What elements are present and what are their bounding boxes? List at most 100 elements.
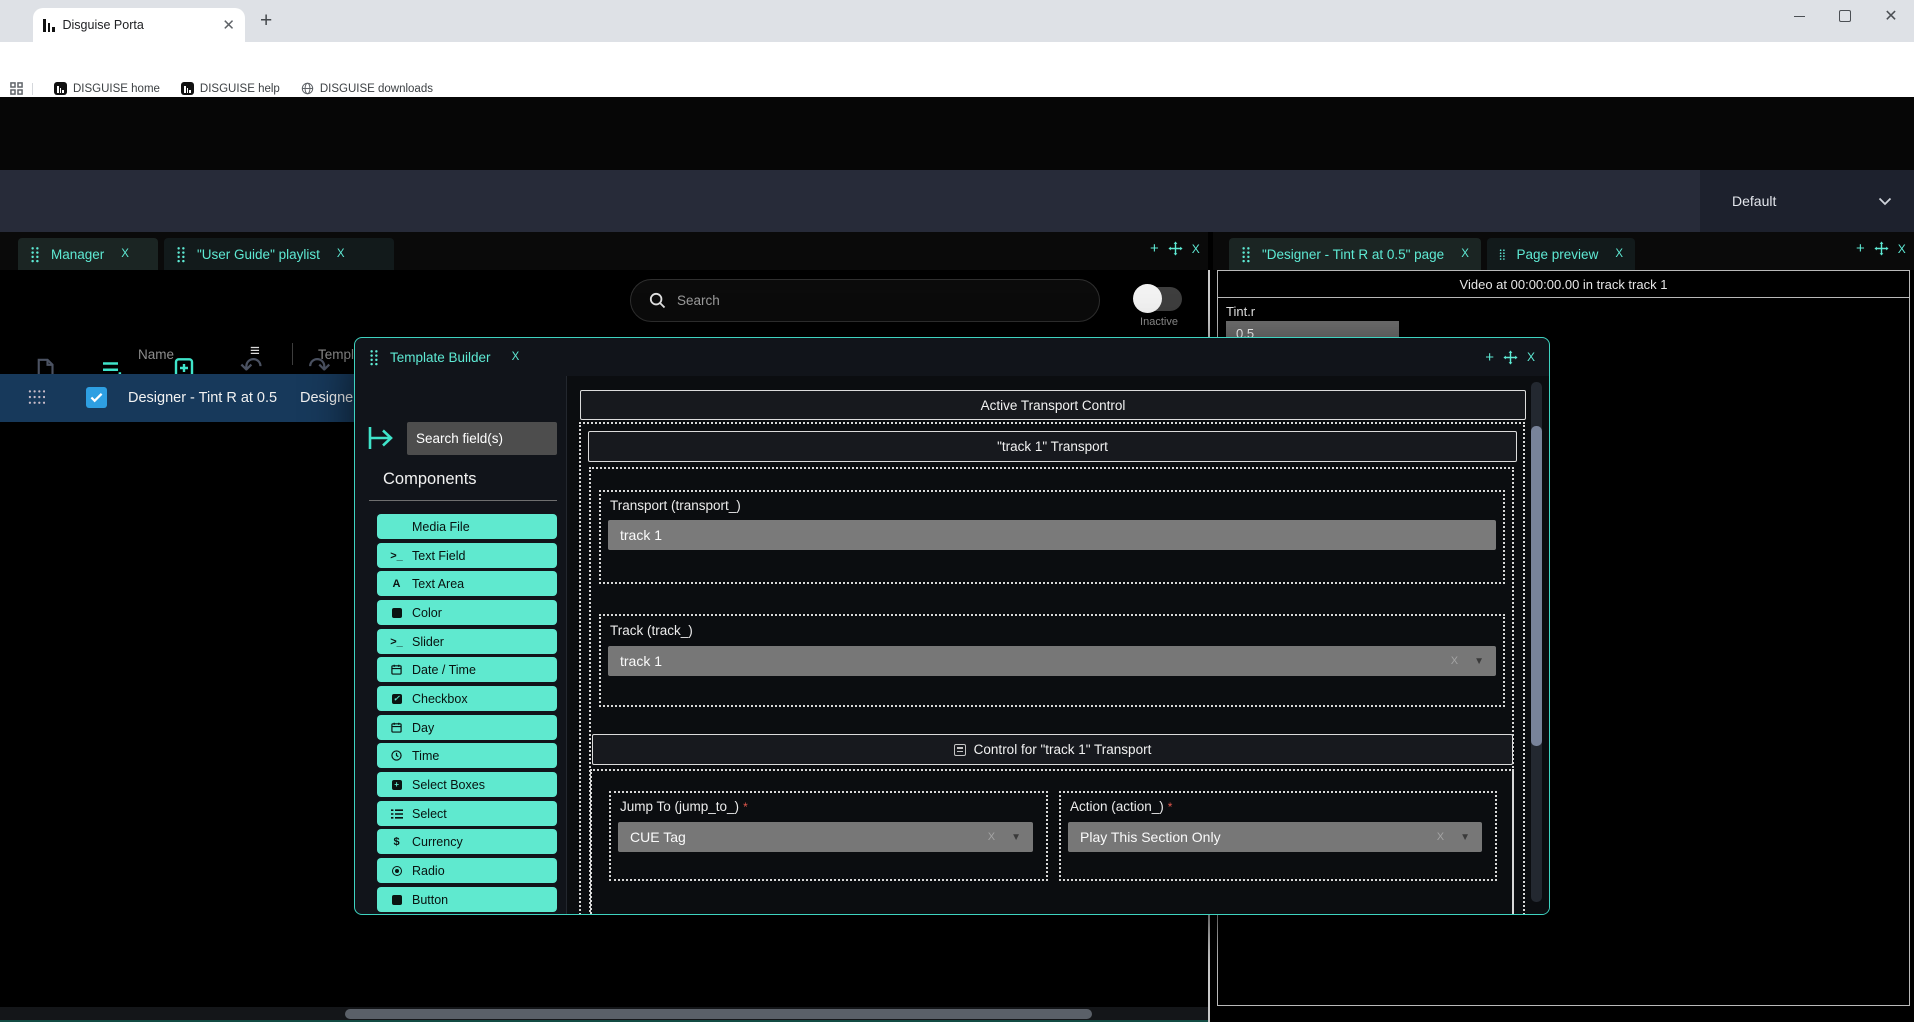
components-heading: Components xyxy=(383,470,477,489)
drag-handle-icon[interactable] xyxy=(369,349,379,366)
component-button[interactable]: Button xyxy=(377,887,557,912)
jump-to-field-label: Jump To (jump_to_)* xyxy=(620,799,748,814)
component-time[interactable]: Time xyxy=(377,743,557,768)
component-checkbox[interactable]: ✓Checkbox xyxy=(377,686,557,711)
required-marker: * xyxy=(1168,800,1173,814)
preset-dropdown[interactable]: Default xyxy=(1700,170,1914,232)
move-panel-icon[interactable] xyxy=(1874,241,1889,256)
preset-value: Default xyxy=(1732,193,1776,209)
browser-tab[interactable]: Disguise Porta ✕ xyxy=(33,8,245,42)
section-checkbox-icon[interactable] xyxy=(954,744,966,756)
tab-designer-page[interactable]: "Designer - Tint R at 0.5" page X xyxy=(1229,238,1481,270)
vertical-scrollbar-thumb[interactable] xyxy=(1531,426,1542,746)
disguise-favicon xyxy=(54,82,67,95)
tab-close-icon[interactable]: X xyxy=(337,248,345,260)
action-select[interactable]: Play This Section Only X ▼ xyxy=(1068,822,1482,852)
browser-navbar: ← → ↻ staging.porta.solutions ☆ ⋮ xyxy=(0,42,1914,80)
column-divider xyxy=(292,343,293,365)
component-text-area[interactable]: AText Area xyxy=(377,571,557,596)
drag-handle-icon[interactable] xyxy=(176,246,186,263)
manager-panel-tools: + X xyxy=(1150,241,1200,256)
tab-close-icon[interactable]: X xyxy=(121,248,129,260)
clear-icon[interactable]: X xyxy=(1451,655,1458,667)
control-section-header[interactable]: Control for "track 1" Transport xyxy=(592,734,1513,765)
component-media-file[interactable]: Media File xyxy=(377,514,557,539)
window-close-icon[interactable]: X xyxy=(512,351,520,363)
swatch-icon xyxy=(390,608,403,618)
transport-input[interactable]: track 1 xyxy=(608,520,1496,550)
dropdown-caret-icon[interactable]: ▼ xyxy=(1460,832,1470,843)
minimize-icon[interactable] xyxy=(1776,0,1822,32)
row-template-cell[interactable]: Designer - Tint R at 0.5 xyxy=(300,390,357,406)
dropdown-caret-icon[interactable]: ▼ xyxy=(1011,832,1021,843)
terminal-icon: >_ xyxy=(390,636,403,648)
drag-handle-icon[interactable] xyxy=(1241,246,1251,263)
search-input[interactable]: Search xyxy=(630,279,1100,322)
template-builder-titlebar[interactable]: Template Builder X + X xyxy=(355,338,1549,376)
close-panel-icon[interactable]: X xyxy=(1898,243,1906,255)
column-header-name[interactable]: Name xyxy=(138,347,174,362)
component-slider[interactable]: >_Slider xyxy=(377,629,557,654)
window-controls: ✕ xyxy=(1776,0,1914,32)
field-search-input[interactable]: Search field(s) xyxy=(407,422,557,455)
tab-close-icon[interactable]: X xyxy=(1461,248,1469,260)
row-drag-handle-icon[interactable] xyxy=(28,388,45,408)
row-checkbox[interactable] xyxy=(86,387,107,408)
clock-icon xyxy=(390,750,403,761)
screen: Disguise Porta ✕ + ✕ ← → ↻ staging.porta… xyxy=(0,0,1914,1022)
add-panel-icon[interactable]: + xyxy=(1485,350,1494,365)
template-canvas: Active Transport Control "track 1" Trans… xyxy=(566,376,1549,914)
track-section-header[interactable]: "track 1" Transport xyxy=(588,431,1517,462)
bookmark-disguise-home[interactable]: DISGUISE home xyxy=(54,82,160,95)
component-day[interactable]: Day xyxy=(377,715,557,740)
inactive-toggle-knob[interactable] xyxy=(1133,284,1162,313)
globe-icon xyxy=(301,82,314,95)
clear-icon[interactable]: X xyxy=(1437,831,1444,843)
maximize-icon[interactable] xyxy=(1822,0,1868,32)
column-header-template[interactable]: Template xyxy=(318,347,355,362)
row-name-cell[interactable]: Designer - Tint R at 0.5 xyxy=(128,390,277,406)
calendar-icon xyxy=(390,722,403,733)
button-icon xyxy=(390,895,403,905)
horizontal-scrollbar-thumb[interactable] xyxy=(345,1009,1092,1019)
component-text-field[interactable]: >_Text Field xyxy=(377,543,557,568)
component-currency[interactable]: $Currency xyxy=(377,829,557,854)
move-panel-icon[interactable] xyxy=(1168,241,1183,256)
close-panel-icon[interactable]: X xyxy=(1192,243,1200,255)
browser-tabstrip: Disguise Porta ✕ + ✕ xyxy=(0,0,1914,42)
tab-page-preview[interactable]: Page preview X xyxy=(1487,238,1635,270)
component-radio[interactable]: Radio xyxy=(377,858,557,883)
move-panel-icon[interactable] xyxy=(1503,350,1518,365)
jump-to-select[interactable]: CUE Tag X ▼ xyxy=(618,822,1033,852)
tab-label: "Designer - Tint R at 0.5" page xyxy=(1262,247,1444,262)
component-color[interactable]: Color xyxy=(377,600,557,625)
tab-label: "User Guide" playlist xyxy=(197,247,320,262)
component-select-boxes[interactable]: +Select Boxes xyxy=(377,772,557,797)
transport-field-label: Transport (transport_) xyxy=(610,498,741,513)
component-select[interactable]: Select xyxy=(377,801,557,826)
add-panel-icon[interactable]: + xyxy=(1150,241,1159,256)
tab-close-icon[interactable]: X xyxy=(1615,248,1623,260)
bookmark-label: DISGUISE downloads xyxy=(320,83,433,95)
drag-handle-icon[interactable] xyxy=(1499,246,1506,263)
apps-grid-icon[interactable] xyxy=(10,82,23,95)
close-panel-icon[interactable]: X xyxy=(1527,351,1535,363)
column-menu-icon[interactable]: ≡ xyxy=(250,341,260,361)
collapse-arrow-icon[interactable] xyxy=(366,424,396,452)
track-select[interactable]: track 1 X ▼ xyxy=(608,646,1496,676)
close-window-icon[interactable]: ✕ xyxy=(1868,0,1914,32)
new-tab-icon[interactable]: + xyxy=(260,9,272,33)
add-panel-icon[interactable]: + xyxy=(1856,241,1865,256)
drag-handle-icon[interactable] xyxy=(30,246,40,263)
bookmarks-divider xyxy=(32,83,33,95)
bookmark-disguise-help[interactable]: DISGUISE help xyxy=(181,82,280,95)
tab-manager[interactable]: Manager X xyxy=(18,238,158,270)
form-header[interactable]: Active Transport Control xyxy=(580,390,1526,420)
component-date-time[interactable]: Date / Time xyxy=(377,657,557,682)
bookmark-disguise-downloads[interactable]: DISGUISE downloads xyxy=(301,82,433,95)
tab-user-guide-playlist[interactable]: "User Guide" playlist X xyxy=(164,238,394,270)
tab-close-icon[interactable]: ✕ xyxy=(222,18,235,33)
list-icon xyxy=(390,809,403,819)
dropdown-caret-icon[interactable]: ▼ xyxy=(1474,656,1484,667)
clear-icon[interactable]: X xyxy=(988,831,995,843)
